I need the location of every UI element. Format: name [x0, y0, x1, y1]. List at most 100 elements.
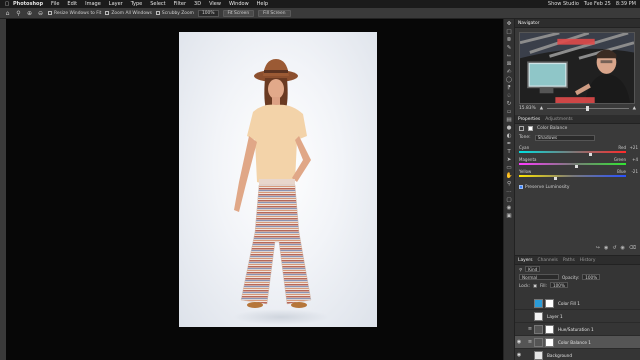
menu-window[interactable]: Window: [229, 0, 249, 8]
opacity-field[interactable]: 100%: [582, 274, 601, 280]
balance-slider-cyan[interactable]: Cyan Red +21: [515, 145, 640, 157]
tab-paths[interactable]: Paths: [563, 258, 575, 263]
layer-row[interactable]: Color Fill 1: [515, 297, 640, 310]
tab-layers[interactable]: Layers: [518, 258, 533, 263]
eraser-tool-icon[interactable]: ▫: [505, 109, 513, 115]
layer-mask-thumbnail[interactable]: [545, 337, 554, 347]
zoom-tool-icon[interactable]: ⚲: [15, 10, 22, 17]
move-tool-icon[interactable]: ✥: [505, 21, 513, 27]
menu-view[interactable]: View: [209, 0, 221, 8]
frame-tool-icon[interactable]: ⊠: [505, 61, 513, 67]
pen-tool-icon[interactable]: ✒: [505, 141, 513, 147]
color-swatches-icon[interactable]: ▢: [505, 197, 513, 203]
dodge-tool-icon[interactable]: ◐: [505, 133, 513, 139]
layer-thumbnail[interactable]: [534, 324, 543, 334]
layer-name[interactable]: Color Balance 1: [558, 340, 591, 345]
tab-adjustments[interactable]: Adjustments: [545, 117, 573, 122]
layer-mask-thumbnail[interactable]: [545, 298, 554, 308]
blend-mode-select[interactable]: Normal: [519, 274, 559, 280]
zoom-in-mountain-icon[interactable]: ▲: [633, 106, 636, 111]
layer-name[interactable]: Hue/Saturation 1: [558, 327, 594, 332]
gradient-tool-icon[interactable]: ▤: [505, 117, 513, 123]
tab-navigator[interactable]: Navigator: [518, 21, 539, 26]
menu-3d[interactable]: 3D: [194, 0, 201, 8]
shape-tool-icon[interactable]: ▭: [505, 165, 513, 171]
layer-name[interactable]: Color Fill 1: [558, 301, 580, 306]
status-user[interactable]: Show Studio: [548, 0, 579, 8]
layer-mask-thumbnail[interactable]: [545, 324, 554, 334]
zoom-percent-field[interactable]: 100%: [197, 9, 219, 17]
zoom-all-checkbox[interactable]: Zoom All Windows: [105, 11, 152, 16]
trash-icon[interactable]: ⌫: [629, 245, 636, 251]
tab-history[interactable]: History: [580, 258, 596, 263]
navigator-zoom-value[interactable]: 15.83%: [519, 106, 536, 111]
menu-type[interactable]: Type: [131, 0, 142, 8]
home-icon[interactable]: ⌂: [4, 10, 11, 17]
menu-filter[interactable]: Filter: [174, 0, 186, 8]
preserve-luminosity-checkbox[interactable]: Preserve Luminosity: [515, 183, 640, 191]
slider-knob[interactable]: [586, 106, 590, 111]
marquee-tool-icon[interactable]: □: [505, 29, 513, 35]
zoom-in-icon[interactable]: ⊕: [26, 10, 33, 17]
menu-help[interactable]: Help: [257, 0, 268, 8]
fit-screen-button[interactable]: Fit Screen: [222, 9, 255, 17]
navigator-zoom-slider[interactable]: [547, 106, 629, 111]
blur-tool-icon[interactable]: ●: [505, 125, 513, 131]
mask-icon[interactable]: [528, 126, 533, 131]
toggle-visibility-icon[interactable]: ◉: [621, 245, 625, 251]
zoom-out-mountain-icon[interactable]: ▲: [540, 106, 543, 111]
brush-tool-icon[interactable]: ⁋: [505, 85, 513, 91]
slider-track[interactable]: [519, 175, 626, 177]
fill-screen-button[interactable]: Fill Screen: [258, 9, 291, 17]
navigator-preview[interactable]: [519, 32, 635, 104]
slider-value[interactable]: +4: [628, 157, 638, 162]
clip-to-layer-icon[interactable]: ↪: [596, 245, 600, 251]
layer-thumbnail[interactable]: [534, 337, 543, 347]
layer-name[interactable]: Background: [547, 353, 572, 358]
zoom-out-icon[interactable]: ⊖: [37, 10, 44, 17]
layer-thumbnail[interactable]: [534, 311, 543, 321]
hand-tool-icon[interactable]: ✋: [505, 173, 513, 179]
healing-tool-icon[interactable]: ◯: [505, 77, 513, 83]
layer-row[interactable]: ≡ Hue/Saturation 1: [515, 323, 640, 336]
menu-layer[interactable]: Layer: [109, 0, 123, 8]
menu-image[interactable]: Image: [85, 0, 101, 8]
layer-row[interactable]: ◉ ≡ Color Balance 1: [515, 336, 640, 349]
layer-thumbnail[interactable]: [534, 298, 543, 308]
quick-mask-icon[interactable]: ◉: [505, 205, 513, 211]
eye-icon[interactable]: ◉: [515, 352, 523, 358]
screen-mode-icon[interactable]: ▣: [505, 213, 513, 219]
slider-value[interactable]: +21: [628, 145, 638, 150]
resize-windows-checkbox[interactable]: Resize Windows to Fit: [48, 11, 101, 16]
balance-slider-yellow[interactable]: Yellow Blue -21: [515, 169, 640, 181]
slider-knob[interactable]: [588, 153, 592, 156]
reset-icon[interactable]: ↺: [612, 245, 616, 251]
canvas-area[interactable]: [6, 19, 503, 360]
eyedropper-tool-icon[interactable]: ✍: [505, 69, 513, 75]
view-previous-icon[interactable]: ◉: [604, 245, 608, 251]
layer-row[interactable]: ◉ Background: [515, 349, 640, 360]
layer-row[interactable]: Layer 1: [515, 310, 640, 323]
scrubby-zoom-checkbox[interactable]: Scrubby Zoom: [155, 11, 194, 16]
slider-knob[interactable]: [574, 165, 578, 168]
layer-thumbnail[interactable]: [534, 350, 543, 360]
lasso-tool-icon[interactable]: ⦾: [505, 37, 513, 43]
document-image[interactable]: [179, 32, 377, 327]
eye-icon[interactable]: ◉: [515, 339, 523, 345]
slider-track[interactable]: [519, 151, 626, 153]
lock-icon[interactable]: ▣: [533, 283, 537, 288]
quick-select-tool-icon[interactable]: ✎: [505, 45, 513, 51]
crop-tool-icon[interactable]: ⌙: [505, 53, 513, 59]
filter-kind-select[interactable]: Kind: [525, 266, 541, 272]
type-tool-icon[interactable]: T: [505, 149, 513, 155]
balance-slider-magenta[interactable]: Magenta Green +4: [515, 157, 640, 169]
tab-channels[interactable]: Channels: [538, 258, 558, 263]
menu-edit[interactable]: Edit: [67, 0, 77, 8]
stamp-tool-icon[interactable]: ♤: [505, 93, 513, 99]
more-tools-icon[interactable]: ⋯: [505, 189, 513, 195]
menu-select[interactable]: Select: [150, 0, 165, 8]
zoom-tool-strip-icon[interactable]: ⚲: [505, 181, 513, 187]
slider-knob[interactable]: [554, 177, 558, 180]
menu-app-photoshop[interactable]: Photoshop: [13, 0, 43, 8]
tab-properties[interactable]: Properties: [518, 117, 540, 122]
